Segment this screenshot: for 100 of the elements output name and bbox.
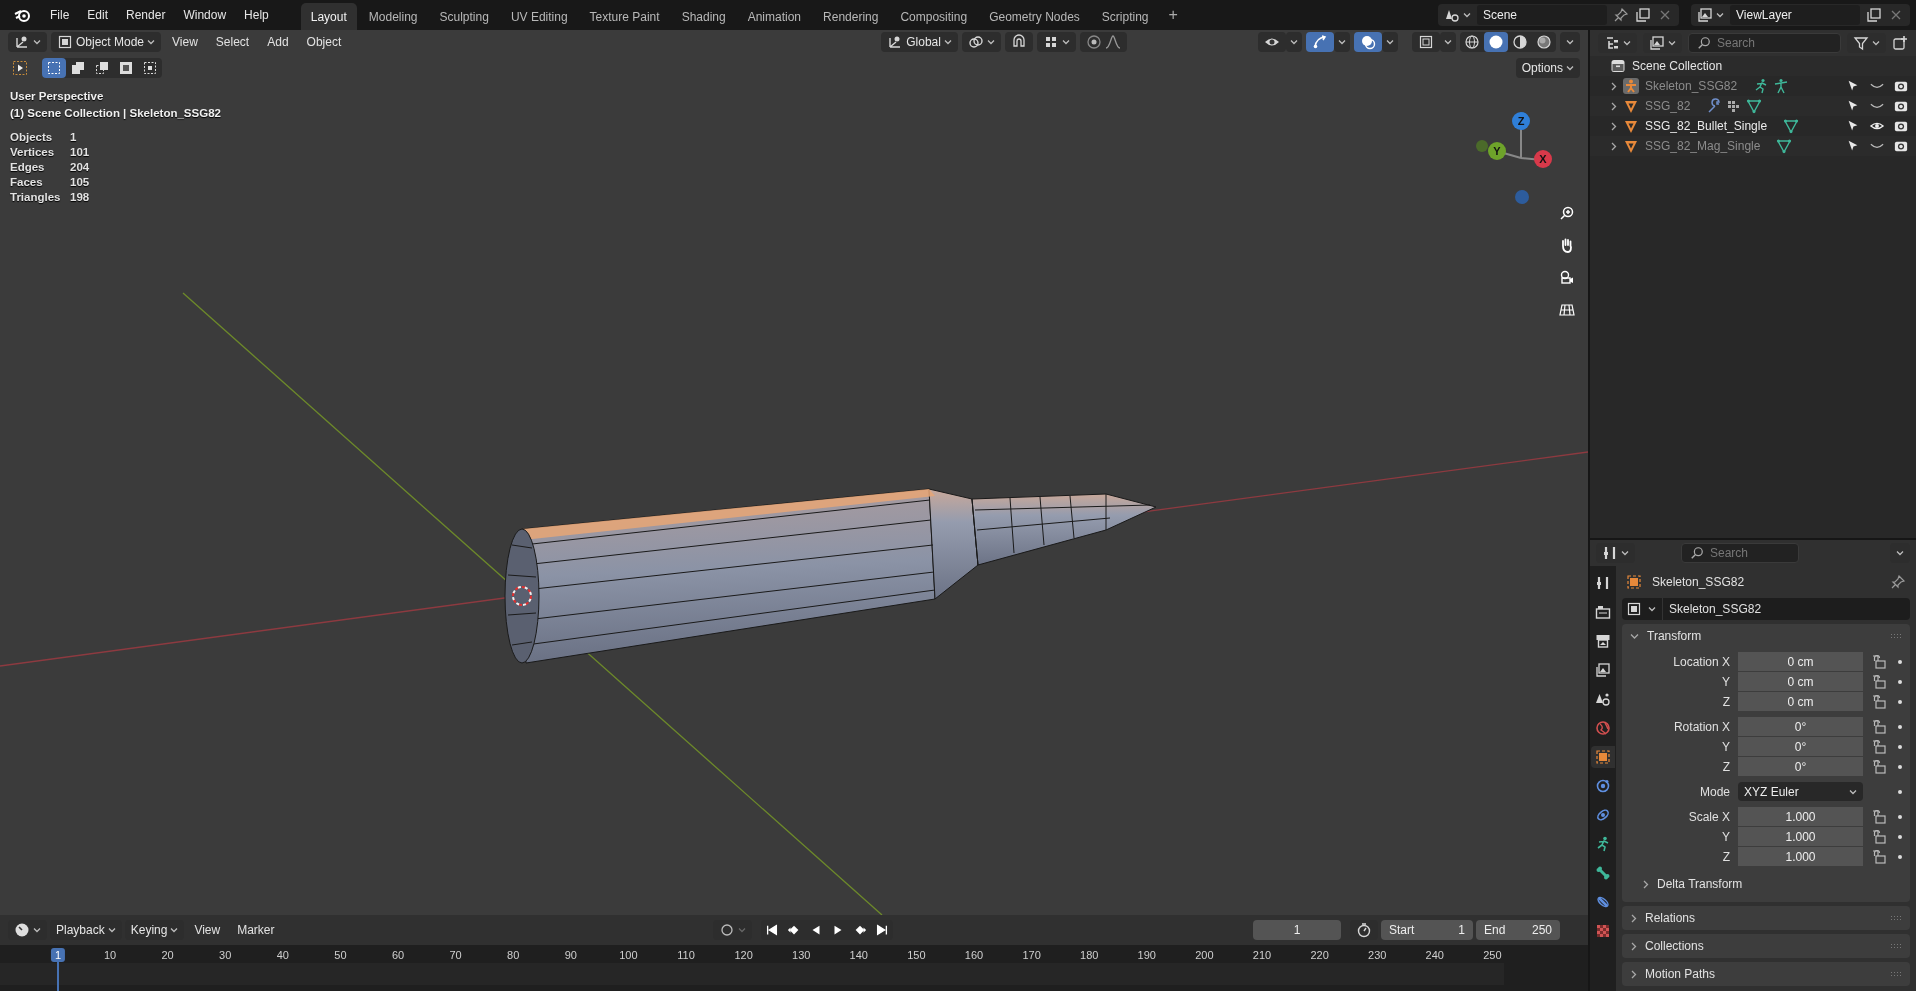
expand-toggle[interactable]: [1610, 141, 1617, 151]
workspace-tab[interactable]: Modeling: [358, 3, 428, 30]
menu-item[interactable]: Render: [118, 4, 174, 26]
axis-label[interactable]: Y: [1488, 142, 1506, 160]
menu-item[interactable]: Edit: [79, 4, 117, 26]
view-layer-field[interactable]: ViewLayer: [1730, 5, 1860, 25]
number-field[interactable]: 0 cm: [1738, 692, 1863, 711]
object-name[interactable]: Skeleton_SSG82: [1645, 79, 1738, 93]
lock-toggle[interactable]: [1871, 808, 1889, 825]
lock-toggle[interactable]: [1871, 758, 1889, 775]
menu-item[interactable]: Select: [208, 32, 257, 52]
shading-options-button[interactable]: [1560, 32, 1580, 52]
axis-label[interactable]: Z: [1512, 112, 1530, 130]
collection-name[interactable]: Scene Collection: [1632, 59, 1723, 73]
editor-type-button[interactable]: [8, 32, 47, 52]
lock-toggle[interactable]: [1871, 653, 1889, 670]
search-input[interactable]: Search: [1710, 546, 1790, 560]
overlap-squares-icon: [118, 60, 134, 76]
menu-item[interactable]: View: [165, 32, 205, 52]
shading-button[interactable]: [1484, 32, 1508, 52]
workspace-tab[interactable]: Shading: [671, 3, 736, 30]
proportional-button[interactable]: [1079, 32, 1127, 52]
workspace-tab[interactable]: Layout: [300, 3, 357, 30]
menu-item[interactable]: Object: [299, 32, 349, 52]
axis-label[interactable]: X: [1534, 150, 1552, 168]
subpanel-header[interactable]: Delta Transform: [1642, 877, 1743, 891]
toggle-button[interactable]: [1412, 32, 1440, 52]
number-field[interactable]: 1.000: [1738, 827, 1863, 846]
search-field[interactable]: Search: [1688, 33, 1841, 53]
workspace-tab[interactable]: Compositing: [890, 3, 978, 30]
toggle-button[interactable]: [1258, 32, 1286, 52]
number-field[interactable]: 0°: [1738, 717, 1863, 736]
number-field[interactable]: 0 cm: [1738, 652, 1863, 671]
object-name[interactable]: SSG_82: [1645, 99, 1691, 113]
lock-toggle[interactable]: [1871, 848, 1889, 865]
object-name[interactable]: SSG_82_Bullet_Single: [1645, 119, 1768, 133]
options-dropdown[interactable]: Options: [1515, 58, 1580, 78]
add-workspace-button[interactable]: +: [1160, 2, 1186, 28]
menu-item[interactable]: Help: [236, 4, 277, 26]
menu-item[interactable]: Window: [175, 4, 235, 26]
panel-header[interactable]: Motion Paths: [1630, 967, 1716, 981]
panel-header[interactable]: Relations: [1630, 911, 1696, 925]
lock-toggle[interactable]: [1871, 718, 1889, 735]
lock-toggle[interactable]: [1871, 828, 1889, 845]
popover-button[interactable]: [1382, 32, 1398, 52]
expand-toggle[interactable]: [1610, 121, 1617, 131]
workspace-tab[interactable]: Sculpting: [429, 3, 499, 30]
number-field[interactable]: 0°: [1738, 737, 1863, 756]
frame-number[interactable]: 1: [50, 948, 66, 962]
menu-item[interactable]: Marker: [230, 920, 282, 940]
menu-item[interactable]: File: [42, 4, 78, 26]
number-field[interactable]: 1.000: [1738, 807, 1863, 826]
properties-tab[interactable]: [1591, 746, 1615, 768]
expand-toggle[interactable]: [1610, 81, 1617, 91]
menu-item[interactable]: View: [187, 920, 228, 940]
search-field[interactable]: Search: [1681, 543, 1799, 563]
scene-field[interactable]: Scene: [1477, 5, 1607, 25]
lock-toggle[interactable]: [1871, 673, 1889, 690]
popover-button[interactable]: [1286, 32, 1302, 52]
tool-button[interactable]: [12, 60, 28, 76]
object-name[interactable]: SSG_82_Mag_Single: [1645, 139, 1761, 153]
select-mode-button[interactable]: [42, 58, 66, 78]
pivot-button[interactable]: [961, 32, 1001, 52]
panel-header[interactable]: Transform: [1630, 629, 1702, 643]
panel-header[interactable]: Collections: [1630, 939, 1704, 953]
toggle-button[interactable]: [1354, 32, 1382, 52]
number-field[interactable]: 0°: [1738, 757, 1863, 776]
new-collection-button[interactable]: [1892, 35, 1908, 51]
frame-number: 50: [333, 948, 348, 962]
circles-icon: [1360, 34, 1376, 50]
workspace-tab[interactable]: Rendering: [813, 3, 889, 30]
search-input[interactable]: Search: [1717, 36, 1832, 50]
number-field[interactable]: 0 cm: [1738, 672, 1863, 691]
current-frame-field[interactable]: 1: [1253, 920, 1341, 940]
end-frame-field[interactable]: End 250: [1476, 920, 1560, 940]
popover-button[interactable]: [1440, 32, 1456, 52]
lock-toggle[interactable]: [1871, 738, 1889, 755]
workspace-tab[interactable]: Texture Paint: [579, 3, 670, 30]
timeline-track[interactable]: [0, 963, 1504, 985]
workspace-tab[interactable]: Geometry Nodes: [979, 3, 1090, 30]
popover-button[interactable]: [1334, 32, 1350, 52]
axis-dot-icon[interactable]: [1476, 140, 1488, 152]
workspace-tab[interactable]: UV Editing: [500, 3, 578, 30]
workspace-tab[interactable]: Animation: [737, 3, 812, 30]
orientation-dropdown[interactable]: Global: [881, 32, 958, 52]
toggle-button[interactable]: [1306, 32, 1334, 52]
start-frame-field[interactable]: Start 1: [1381, 920, 1473, 940]
mode-dropdown[interactable]: Object Mode: [51, 32, 162, 52]
mode-dropdown[interactable]: XYZ Euler: [1738, 782, 1863, 801]
lock-toggle[interactable]: [1871, 693, 1889, 710]
workspace-tab[interactable]: Scripting: [1091, 3, 1159, 30]
snap-target-button[interactable]: [1036, 32, 1076, 52]
axis-dot-icon[interactable]: [1515, 190, 1529, 204]
expand-toggle[interactable]: [1610, 101, 1617, 111]
lock-icon: [1871, 718, 1887, 735]
view-layer-type-button[interactable]: [1697, 7, 1724, 23]
number-field[interactable]: 1.000: [1738, 847, 1863, 866]
menu-item[interactable]: Add: [260, 32, 296, 52]
name-field[interactable]: Skeleton_SSG82: [1622, 598, 1910, 620]
snap-button[interactable]: [1004, 32, 1033, 52]
